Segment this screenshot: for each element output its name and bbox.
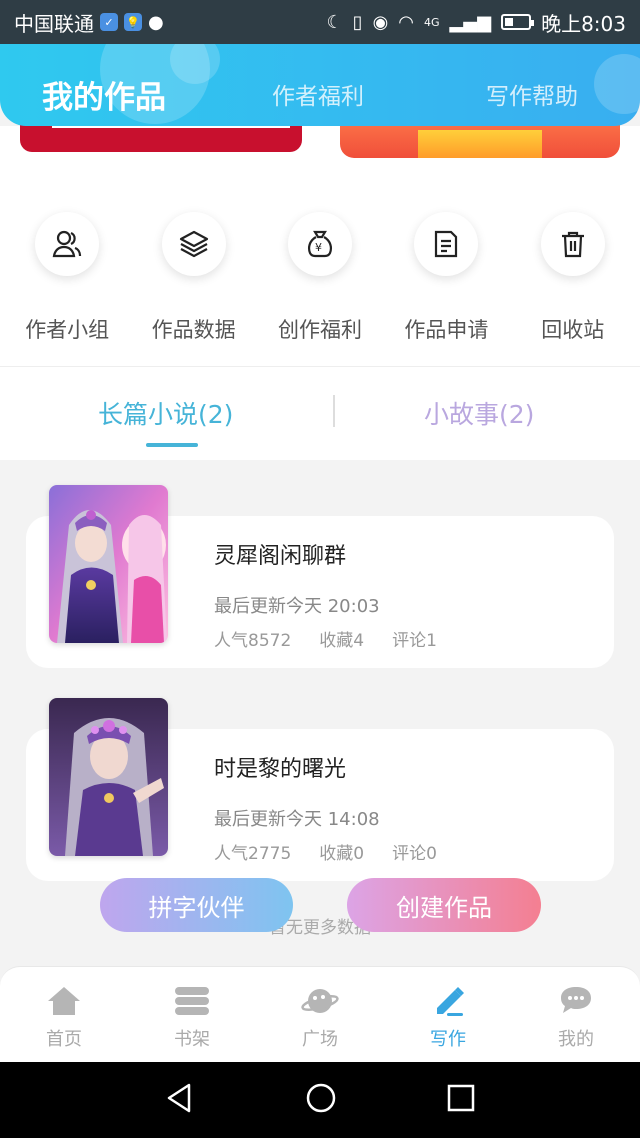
- nav-label: 书架: [174, 1029, 210, 1050]
- author-group-icon: [35, 212, 100, 276]
- tab-my-works[interactable]: 我的作品: [42, 44, 166, 126]
- vibrate-icon: ▯: [352, 11, 363, 33]
- segment-tabs: 长篇小说(2) 小故事(2): [0, 366, 640, 460]
- pen-icon: [428, 983, 468, 1019]
- quick-author-group[interactable]: 作者小组: [4, 212, 130, 344]
- top-tab-header: 我的作品 作者福利 写作帮助: [0, 44, 640, 126]
- signal-icon: ▂▄▆: [449, 11, 492, 33]
- nav-item-plaza[interactable]: 广场: [256, 967, 384, 1062]
- book-comments: 评论0: [392, 844, 437, 864]
- eye-icon: ◉: [372, 11, 389, 33]
- book-title: 时是黎的曙光: [214, 757, 347, 782]
- book-stats: 人气2775 收藏0 评论0: [214, 839, 437, 864]
- quick-label: 创作福利: [277, 318, 362, 342]
- nav-label: 首页: [46, 1029, 82, 1050]
- quick-recycle-bin[interactable]: 回收站: [510, 212, 636, 344]
- planet-icon: [300, 983, 340, 1019]
- word-partner-button[interactable]: 拼字伙伴: [100, 878, 293, 932]
- home-circle-icon[interactable]: [305, 1082, 337, 1118]
- quick-work-application[interactable]: 作品申请: [383, 212, 509, 344]
- system-nav-bar: [0, 1062, 640, 1138]
- book-title: 灵犀阁闲聊群: [214, 544, 347, 569]
- home-icon: [44, 983, 84, 1019]
- network-type: 4G: [424, 15, 440, 29]
- recents-icon[interactable]: [447, 1084, 475, 1116]
- tab-long-novel[interactable]: 长篇小说(2): [98, 395, 233, 431]
- book-cover[interactable]: [49, 698, 168, 856]
- create-work-button[interactable]: 创建作品: [347, 878, 541, 932]
- book-popularity: 人气8572: [214, 631, 292, 651]
- nav-item-home[interactable]: 首页: [0, 967, 128, 1062]
- trash-icon: [540, 212, 605, 276]
- quick-actions: 作者小组 作品数据 ¥ 创作福利 作品申请 回收站: [0, 212, 640, 344]
- book-favorites: 收藏4: [319, 631, 365, 651]
- wifi-icon: ◠: [398, 11, 415, 33]
- active-tab-indicator: [146, 443, 198, 447]
- book-updated: 最后更新今天 20:03: [214, 596, 380, 617]
- book-cover[interactable]: [49, 485, 168, 643]
- book-comments: 评论1: [392, 631, 437, 651]
- clock: 晚上8:03: [541, 11, 626, 36]
- bottom-nav: 首页 书架 广场 写作 我的: [0, 966, 640, 1062]
- moon-icon: ☾: [326, 11, 343, 33]
- book-popularity: 人气2775: [214, 844, 292, 864]
- wechat-icon: ●: [148, 11, 164, 33]
- nav-label: 我的: [558, 1029, 594, 1050]
- nav-label: 写作: [430, 1029, 466, 1050]
- quick-work-data[interactable]: 作品数据: [131, 212, 257, 344]
- layers-icon: [161, 212, 226, 276]
- svg-text:¥: ¥: [315, 241, 322, 254]
- tab-short-story[interactable]: 小故事(2): [424, 395, 534, 431]
- quick-label: 作者小组: [25, 318, 110, 342]
- lightbulb-icon: 💡: [124, 13, 142, 31]
- tab-author-benefits[interactable]: 作者福利: [272, 44, 364, 126]
- segment-divider: [333, 395, 335, 427]
- book-updated: 最后更新今天 14:08: [214, 809, 380, 830]
- battery-icon: [501, 14, 535, 30]
- bookshelf-icon: [172, 983, 212, 1019]
- quick-label: 作品数据: [151, 318, 236, 342]
- nav-item-write[interactable]: 写作: [384, 967, 512, 1062]
- carrier-name: 中国联通: [14, 11, 94, 36]
- no-more-data-text: 暂无更多数据: [269, 918, 371, 938]
- nav-item-bookshelf[interactable]: 书架: [128, 967, 256, 1062]
- chat-icon: [556, 983, 596, 1019]
- tab-writing-help[interactable]: 写作帮助: [486, 44, 578, 126]
- back-icon[interactable]: [165, 1082, 195, 1118]
- status-bar: 中国联通 ✓ 💡 ● ☾ ▯ ◉ ◠ 4G ▂▄▆ 晚上8:03: [0, 0, 640, 44]
- quick-label: 作品申请: [404, 318, 489, 342]
- book-stats: 人气8572 收藏4 评论1: [214, 626, 437, 651]
- document-icon: [414, 212, 479, 276]
- shield-icon: ✓: [100, 13, 118, 31]
- money-bag-icon: ¥: [287, 212, 352, 276]
- book-favorites: 收藏0: [319, 844, 365, 864]
- nav-label: 广场: [302, 1029, 338, 1050]
- quick-creative-benefits[interactable]: ¥ 创作福利: [257, 212, 383, 344]
- nav-item-mine[interactable]: 我的: [512, 967, 640, 1062]
- quick-label: 回收站: [541, 318, 605, 342]
